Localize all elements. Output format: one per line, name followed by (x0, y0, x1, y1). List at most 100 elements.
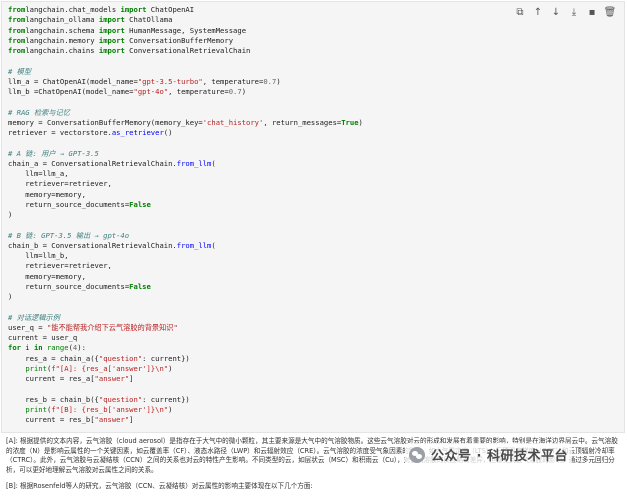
code-token: from (8, 46, 26, 55)
watermark: 公众号 · 科研技术平台 (405, 443, 572, 466)
code-line: # B 链: GPT-3.5 输出 → gpt-4o (8, 231, 523, 241)
code-token: memory = ConversationBufferMemory(memory… (8, 117, 203, 127)
wechat-icon (409, 446, 425, 463)
code-token: llm=llm_b, (8, 251, 69, 260)
code-line: ) (8, 210, 523, 220)
code-token: # 模型 (8, 66, 32, 76)
code-token: ) (241, 87, 247, 96)
code-line: llm=llm_a, (8, 169, 523, 179)
code-line: llm_a = ChatOpenAI(model_name="gpt-3.5-t… (8, 77, 523, 87)
code-line: return_source_documents=False (8, 200, 523, 210)
code-token: ( (211, 158, 216, 168)
code-line: fromlangchain.chains import Conversation… (8, 46, 523, 56)
code-token: "answer" (94, 374, 130, 383)
code-line: for i in range(4): (8, 343, 523, 353)
code-line: fromlangchain.schema import HumanMessage… (8, 26, 523, 36)
code-cell[interactable]: ⧉ ↑ ↓ ⤓ ▪ 🗑 fromlangchain.chat_models im… (1, 1, 625, 433)
code-token: return_source_documents= (8, 281, 130, 291)
code-token: ] (129, 415, 134, 424)
code-token: llm_a = ChatOpenAI(model_name= (8, 76, 138, 86)
code-token: True (341, 117, 359, 127)
code-token: 0.7 (263, 76, 277, 86)
code-token: res_a = chain_a({ (8, 353, 99, 363)
code-token: import (120, 5, 147, 14)
code-token: , temperature= (168, 87, 229, 96)
code-token: langchain.schema (25, 25, 99, 35)
code-line: memory=memory, (8, 190, 523, 200)
code-token: import (98, 46, 125, 55)
code-token: # 对话逻辑示例 (8, 312, 60, 322)
code-token: ConversationalRetrievalChain (124, 46, 251, 55)
code-token: from (8, 35, 26, 45)
code-token: from_llm (176, 240, 212, 250)
code-token: 0.7 (228, 87, 242, 96)
code-line: print(f"[B]: {res_b['answer']}\n") (8, 405, 523, 415)
code-editor[interactable]: fromlangchain.chat_models import ChatOpe… (8, 5, 523, 425)
code-token: # B 链: GPT-3.5 输出 → gpt-4o (8, 230, 130, 240)
code-token: langchain.chains (25, 46, 99, 55)
code-token: i (20, 343, 34, 353)
code-line: return_source_documents=False (8, 282, 523, 292)
code-token: "gpt-4o" (133, 87, 169, 96)
code-token: res_b = chain_b({ (8, 394, 99, 404)
code-token: from_llm (176, 158, 212, 168)
code-token: return_source_documents= (8, 199, 130, 209)
code-token: for (8, 343, 21, 353)
code-token: langchain.memory (25, 35, 99, 45)
code-line: # RAG 检索与记忆 (8, 108, 523, 118)
code-line: res_b = chain_b({"question": current}) (8, 395, 523, 405)
code-line: current = res_b["answer"] (8, 415, 523, 425)
code-line: print(f"[A]: {res_a['answer']}\n") (8, 364, 523, 374)
code-token: chain_b = ConversationalRetrievalChain. (8, 240, 177, 250)
code-token: ) (8, 292, 13, 301)
code-token: langchain_ollama (25, 15, 99, 25)
code-line: chain_a = ConversationalRetrievalChain.f… (8, 159, 523, 169)
code-token: as_retriever (111, 128, 164, 137)
code-token: , return_messages= (263, 117, 342, 127)
move-down-icon[interactable]: ↓ (548, 5, 564, 19)
code-token: ) (168, 404, 173, 414)
code-token: "question" (98, 353, 143, 363)
code-token: import (98, 25, 125, 35)
code-line: memory=memory, (8, 272, 523, 282)
code-line: ) (8, 292, 523, 302)
code-token: from (8, 15, 26, 25)
code-token: : current}) (142, 353, 190, 363)
move-up-icon[interactable]: ↑ (530, 5, 546, 19)
code-token: "question" (98, 394, 143, 404)
code-token: : current}) (142, 394, 190, 404)
code-token: 'chat_history' (202, 117, 264, 127)
code-token: import (98, 35, 125, 45)
delete-icon[interactable]: 🗑 (602, 5, 618, 19)
code-line: memory = ConversationBufferMemory(memory… (8, 118, 523, 128)
code-token: ChatOllama (124, 15, 173, 25)
code-token: "gpt-3.5-turbo" (137, 76, 203, 86)
code-token: chain_a = ConversationalRetrievalChain. (8, 158, 177, 168)
export-icon[interactable]: ⤓ (566, 5, 582, 19)
code-token: "能不能帮我介绍下云气溶胶的背景知识" (46, 322, 178, 332)
code-token: import (98, 15, 125, 25)
output-paragraph-b: [B]: 根据Rosenfeld等人的研究，云气溶胶（CCN、云凝结核）对云属性… (6, 482, 313, 491)
code-token: # RAG 检索与记忆 (8, 107, 70, 117)
code-token: "answer" (94, 415, 130, 424)
code-token: print (25, 363, 47, 373)
code-token: () (163, 128, 173, 137)
code-token: in (33, 343, 43, 353)
save-icon[interactable]: ▪ (584, 5, 600, 19)
code-token: from (8, 5, 26, 14)
code-line: fromlangchain.chat_models import ChatOpe… (8, 5, 523, 15)
code-line: chain_b = ConversationalRetrievalChain.f… (8, 241, 523, 251)
code-token: current = user_q (8, 333, 78, 342)
code-token: current = res_b[ (8, 415, 95, 424)
cell-toolbar: ⧉ ↑ ↓ ⤓ ▪ 🗑 (512, 5, 618, 19)
code-line: current = user_q (8, 333, 523, 343)
code-token: f"[A]: {res_a['answer']}\n" (51, 363, 169, 373)
code-token: ) (358, 117, 363, 127)
